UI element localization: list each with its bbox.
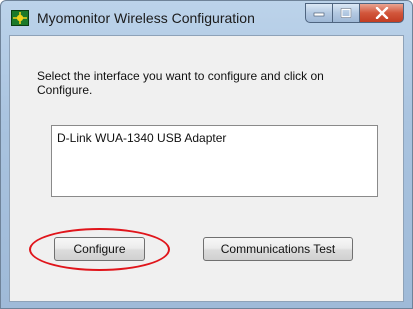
configure-button[interactable]: Configure xyxy=(54,237,145,261)
interface-listbox[interactable]: D-Link WUA-1340 USB Adapter xyxy=(51,125,378,197)
close-button[interactable] xyxy=(360,3,404,23)
communications-test-button[interactable]: Communications Test xyxy=(203,237,353,261)
close-icon xyxy=(375,7,388,19)
window-title: Myomonitor Wireless Configuration xyxy=(37,10,255,26)
minimize-icon xyxy=(313,12,325,17)
maximize-icon xyxy=(340,8,352,18)
caption-buttons xyxy=(305,3,404,25)
maximize-button[interactable] xyxy=(333,3,360,23)
minimize-button[interactable] xyxy=(305,3,333,23)
instruction-text: Select the interface you want to configu… xyxy=(37,69,324,97)
list-item[interactable]: D-Link WUA-1340 USB Adapter xyxy=(57,131,226,145)
title-bar[interactable]: Myomonitor Wireless Configuration xyxy=(1,1,412,35)
dialog-body: Select the interface you want to configu… xyxy=(9,35,404,302)
configuration-window: Myomonitor Wireless Configuration Select… xyxy=(0,0,413,309)
myomonitor-app-icon xyxy=(11,10,29,26)
